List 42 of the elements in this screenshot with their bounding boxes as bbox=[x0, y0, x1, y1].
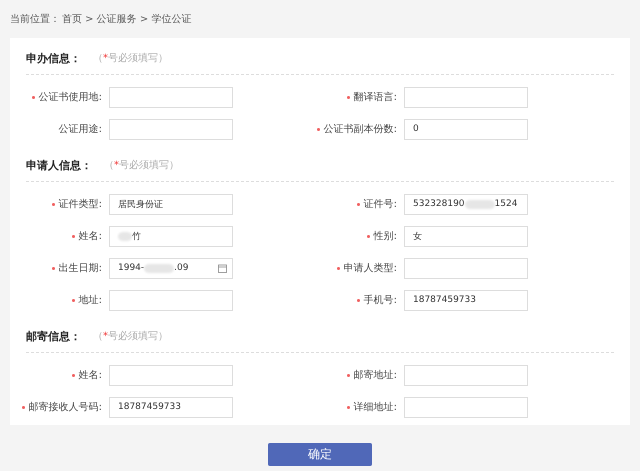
field-label: 性别: bbox=[374, 230, 397, 243]
field-label: 详细地址: bbox=[354, 400, 397, 414]
field-label: 申请人类型: bbox=[344, 262, 397, 275]
required-hint: （*号必须填写） bbox=[104, 158, 179, 172]
field-label: 地址: bbox=[78, 294, 102, 307]
input-field[interactable]: 18787459733 bbox=[404, 290, 528, 310]
breadcrumb-path: 首页 > 公证服务 > 学位公证 bbox=[62, 13, 192, 26]
date-field[interactable]: 1994- .09 bbox=[109, 258, 233, 278]
input-field[interactable] bbox=[404, 258, 528, 278]
field-label: 翻译语言: bbox=[354, 90, 397, 104]
required-hint: （*号必须填写） bbox=[93, 52, 168, 65]
field-label: 公证书副本份数: bbox=[324, 122, 397, 136]
section-title: 申办信息： bbox=[26, 50, 81, 66]
field-label: 出生日期: bbox=[58, 262, 102, 275]
section-title: 邮寄信息： bbox=[26, 328, 81, 344]
field-label: 邮寄接收人号码: bbox=[28, 400, 102, 414]
input-field[interactable]: 0 bbox=[404, 118, 528, 140]
calendar-icon[interactable] bbox=[218, 264, 227, 272]
input-field[interactable]: 女 bbox=[404, 226, 528, 246]
field-label: 姓名: bbox=[78, 230, 102, 243]
field-label: 邮寄地址: bbox=[354, 368, 397, 382]
input-field[interactable] bbox=[404, 86, 528, 108]
field-label: 姓名: bbox=[78, 369, 102, 382]
input-field[interactable]: 18787459733 bbox=[109, 396, 233, 418]
field-label: 证件号: bbox=[364, 198, 397, 211]
input-field[interactable] bbox=[109, 118, 233, 140]
input-field[interactable] bbox=[109, 290, 233, 310]
breadcrumb-label: 当前位置： bbox=[10, 12, 60, 26]
input-field[interactable] bbox=[109, 364, 233, 386]
field-label: 手机号: bbox=[364, 294, 397, 307]
submit-button[interactable]: 确定 bbox=[268, 443, 372, 466]
input-field[interactable] bbox=[109, 86, 233, 108]
field-label: 证件类型: bbox=[58, 198, 102, 211]
input-field[interactable]: 竹 bbox=[109, 226, 233, 246]
input-field[interactable] bbox=[404, 396, 528, 418]
section-title: 申请人信息： bbox=[26, 158, 92, 172]
field-label: 公证书使用地: bbox=[38, 90, 102, 104]
input-field[interactable]: 居民身份证 bbox=[109, 194, 233, 214]
input-field[interactable]: 532328190 1524 bbox=[404, 194, 528, 214]
field-label: 公证用途: bbox=[58, 123, 102, 136]
input-field[interactable] bbox=[404, 364, 528, 386]
required-hint: （*号必须填写） bbox=[93, 330, 168, 343]
